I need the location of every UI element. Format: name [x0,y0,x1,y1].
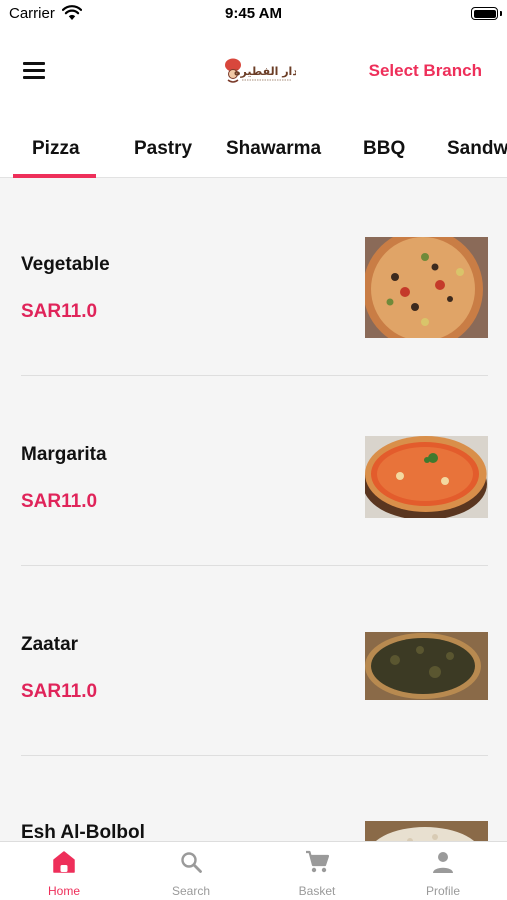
product-list[interactable]: Vegetable SAR11.0 Margarita SAR11.0 Zaat… [0,179,507,841]
product-image-vegetable-pizza [365,237,488,338]
product-price: SAR11.0 [21,681,98,702]
hamburger-line [23,62,45,65]
product-item[interactable]: Esh Al-Bolbol [0,749,507,841]
person-icon [433,852,453,873]
menu-button[interactable] [23,60,47,80]
brand-logo: دار الفطيرة [225,58,296,83]
tab-pizza[interactable]: Pizza [32,138,80,160]
tab-shawarma[interactable]: Shawarma [226,138,321,160]
product-image-zaatar-pie [365,632,488,700]
battery-icon [471,7,498,20]
tab-bbq[interactable]: BBQ [363,138,405,160]
nav-label: Basket [298,884,336,898]
product-name: Margarita [21,444,107,465]
nav-label: Profile [425,884,460,898]
tab-pastry[interactable]: Pastry [134,138,192,160]
nav-label: Search [171,884,211,898]
product-price: SAR11.0 [21,301,98,322]
product-name: Esh Al-Bolbol [21,822,145,841]
clock: 9:45 AM [225,5,282,22]
nav-search[interactable]: Search [128,842,254,900]
select-branch-button[interactable]: Select Branch [369,61,482,81]
product-name: Vegetable [21,254,110,275]
bottom-tab-bar: Home Search Basket Profile [0,841,507,900]
product-image-margarita-pizza [365,436,488,518]
cart-icon [306,850,329,873]
product-image-esh-al-bolbol [365,821,488,841]
nav-profile[interactable]: Profile [380,842,506,900]
product-item[interactable]: Vegetable SAR11.0 [0,179,507,376]
category-tabs: Pizza Pastry Shawarma BBQ Sandw [0,128,507,178]
nav-home[interactable]: Home [1,842,127,900]
tab-sandwiches[interactable]: Sandw [447,138,507,160]
top-bar: Carrier 9:45 AM دار الفطيرة Select Branc… [0,0,507,178]
product-item[interactable]: Zaatar SAR11.0 [0,559,507,756]
tab-selected-indicator [13,174,96,178]
status-bar: Carrier 9:45 AM [0,0,507,30]
battery-tip [500,11,502,16]
product-item[interactable]: Margarita SAR11.0 [0,369,507,566]
product-price: SAR11.0 [21,491,98,512]
logo-text: دار الفطيرة [234,65,296,78]
hamburger-line [23,69,45,72]
nav-label: Home [47,884,80,898]
hamburger-line [23,76,45,79]
home-icon [53,851,75,873]
search-icon [181,852,202,873]
nav-basket[interactable]: Basket [254,842,380,900]
product-name: Zaatar [21,634,79,655]
